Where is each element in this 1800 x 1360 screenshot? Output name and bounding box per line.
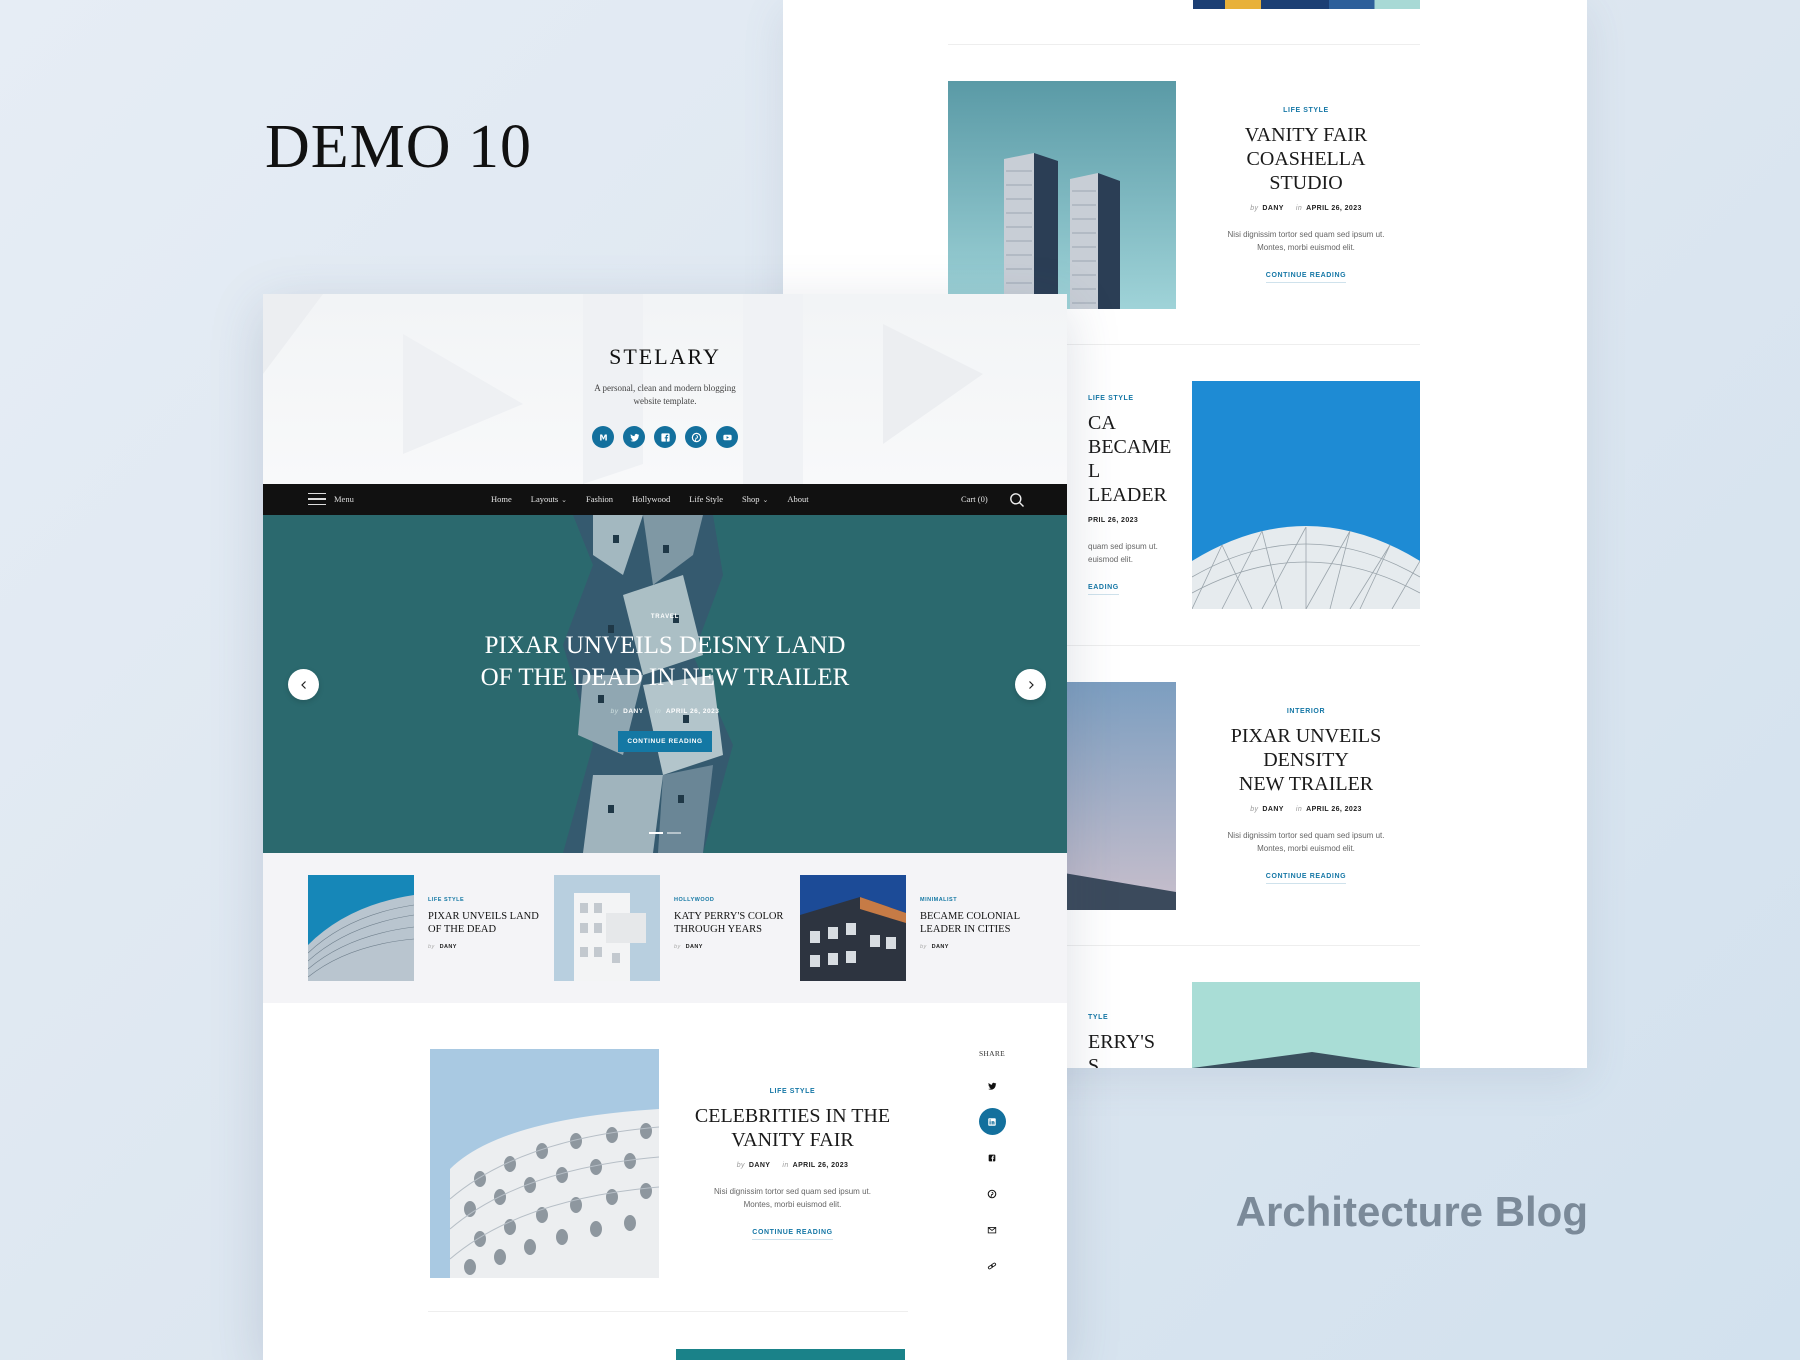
post-meta: PRIL 26, 2023 (1088, 517, 1139, 524)
mini-post-category[interactable]: MINIMALIST (920, 897, 1032, 903)
post-title[interactable]: ERRY'SS COLORS (1088, 1030, 1170, 1068)
slider-next-button[interactable] (1015, 669, 1046, 700)
mini-post-image[interactable] (800, 875, 906, 981)
facebook-icon[interactable] (979, 1144, 1006, 1171)
post-title[interactable]: PIXAR UNVEILS DENSITY NEW TRAILER (1198, 724, 1414, 796)
mini-post-category[interactable]: LIFE STYLE (428, 897, 540, 903)
main-navbar: Menu Home Layouts ⌄ Fashion Hollywood Lif… (263, 484, 1067, 515)
nav-fashion[interactable]: Fashion (586, 494, 613, 504)
post-title[interactable]: CA BECAME L LEADER (1088, 411, 1171, 507)
menu-button[interactable]: Menu (308, 493, 354, 505)
mini-posts-strip: LIFE STYLE PIXAR UNVEILS LAND OF THE DEAD… (263, 853, 1067, 1003)
post-excerpt: quam sed ipsum ut. euismod elit. (1088, 542, 1158, 564)
featured-post-excerpt: Nisi dignissim tortor sed quam sed ipsum… (714, 1186, 871, 1209)
youtube-icon[interactable] (716, 426, 738, 448)
site-tagline: A personal, clean and modern blogging we… (594, 383, 736, 406)
featured-post-image[interactable] (430, 1049, 659, 1278)
link-icon[interactable] (979, 1252, 1006, 1279)
chevron-left-icon (300, 680, 306, 689)
cart-link[interactable]: Cart (0) (961, 494, 988, 504)
hero-category[interactable]: TRAVEL (263, 614, 1067, 620)
post-image-dome[interactable] (1192, 381, 1420, 609)
twitter-icon[interactable] (979, 1072, 1006, 1099)
facebook-icon[interactable] (654, 426, 676, 448)
mini-post-title[interactable]: BECAME COLONIAL LEADER IN CITIES (920, 910, 1032, 936)
post-image-towers[interactable] (948, 81, 1176, 309)
mini-post-image[interactable] (308, 875, 414, 981)
slider-dot[interactable] (649, 832, 663, 834)
featured-post-meta: by DANY in APRIL 26, 2023 (736, 1161, 849, 1169)
post-image-teal[interactable] (1192, 982, 1420, 1068)
slider-pagination (649, 832, 681, 834)
hero-slider: TRAVEL PIXAR UNVEILS DEISNY LAND OF THE … (263, 515, 1067, 853)
post-category[interactable]: TYLE (1088, 1014, 1108, 1021)
post-category[interactable]: INTERIOR (1287, 708, 1325, 715)
nav-shop[interactable]: Shop ⌄ (742, 494, 768, 504)
mini-post-category[interactable]: HOLLYWOOD (674, 897, 786, 903)
chevron-down-icon: ⌄ (762, 496, 769, 504)
post-category[interactable]: LIFE STYLE (1283, 107, 1329, 114)
share-label: SHARE (978, 1049, 1006, 1058)
pinterest-icon[interactable] (979, 1180, 1006, 1207)
menu-label: Menu (334, 494, 354, 504)
featured-post-category[interactable]: LIFE STYLE (770, 1088, 816, 1095)
next-post-image-edge (676, 1349, 905, 1360)
nav-hollywood[interactable]: Hollywood (632, 494, 670, 504)
continue-reading-link[interactable]: CONTINUE READING (1265, 272, 1347, 283)
slider-prev-button[interactable] (288, 669, 319, 700)
featured-post-card[interactable]: LIFE STYLE CELEBRITIES IN THE VANITY FAIR… (430, 1049, 910, 1278)
front-page-preview: STELARY A personal, clean and modern blo… (263, 294, 1067, 1360)
social-links: M (263, 426, 1067, 448)
post-category[interactable]: LIFE STYLE (1088, 395, 1134, 402)
divider (948, 44, 1420, 45)
medium-icon[interactable]: M (592, 426, 614, 448)
back-top-image-strip (1193, 0, 1420, 9)
site-header: STELARY A personal, clean and modern blo… (263, 294, 1067, 484)
demo-label: DEMO 10 (265, 113, 533, 181)
mail-icon[interactable] (979, 1216, 1006, 1243)
showcase-subtitle: Architecture Blog (1235, 1188, 1588, 1235)
post-excerpt: Nisi dignissim tortor sed quam sed ipsum… (1227, 230, 1385, 252)
svg-text:M: M (599, 432, 607, 442)
continue-reading-link[interactable]: CONTINUE READING (1265, 873, 1347, 884)
mini-post-title[interactable]: KATY PERRY'S COLOR THROUGH YEARS (674, 910, 786, 936)
mini-post-meta: by DANY (428, 944, 457, 950)
mini-post-card[interactable]: LIFE STYLE PIXAR UNVEILS LAND OF THE DEAD… (308, 875, 540, 981)
nav-about[interactable]: About (787, 494, 808, 504)
mini-post-card[interactable]: MINIMALIST BECAME COLONIAL LEADER IN CITI… (800, 875, 1030, 981)
share-bar: SHARE (977, 1049, 1007, 1288)
nav-links: Home Layouts ⌄ Fashion Hollywood Life Sty… (491, 494, 809, 504)
slider-dot[interactable] (667, 832, 681, 834)
pinterest-icon[interactable] (685, 426, 707, 448)
mini-post-card[interactable]: HOLLYWOOD KATY PERRY'S COLOR THROUGH YEAR… (554, 875, 784, 981)
continue-reading-link[interactable]: EADING (1088, 584, 1119, 595)
linkedin-icon[interactable] (978, 1108, 1006, 1135)
post-meta: by DANY in APRIL 26, 2023 (1250, 806, 1362, 813)
hero-caption: TRAVEL PIXAR UNVEILS DEISNY LAND OF THE … (263, 614, 1067, 752)
nav-life-style[interactable]: Life Style (689, 494, 723, 504)
mini-post-title[interactable]: PIXAR UNVEILS LAND OF THE DEAD (428, 910, 540, 936)
search-icon[interactable] (1009, 492, 1025, 508)
post-card[interactable]: LIFE STYLE VANITY FAIR COASHELLA STUDIO b… (948, 81, 1420, 309)
site-logo[interactable]: STELARY (263, 344, 1067, 370)
mini-post-meta: by DANY (920, 944, 949, 950)
chevron-down-icon: ⌄ (561, 496, 568, 504)
mini-post-image[interactable] (554, 875, 660, 981)
mini-post-meta: by DANY (674, 944, 703, 950)
hero-meta: by DANY in APRIL 26, 2023 (610, 708, 720, 715)
hero-title[interactable]: PIXAR UNVEILS DEISNY LAND OF THE DEAD IN… (263, 630, 1067, 694)
post-title[interactable]: VANITY FAIR COASHELLA STUDIO (1198, 123, 1414, 195)
chevron-right-icon (1028, 680, 1034, 689)
divider (428, 1311, 908, 1312)
hamburger-icon (308, 493, 326, 505)
featured-continue-reading-link[interactable]: CONTINUE READING (752, 1229, 833, 1240)
hero-continue-reading-button[interactable]: CONTINUE READING (618, 731, 712, 752)
twitter-icon[interactable] (623, 426, 645, 448)
post-excerpt: Nisi dignissim tortor sed quam sed ipsum… (1227, 831, 1385, 853)
nav-layouts[interactable]: Layouts ⌄ (531, 494, 567, 504)
featured-post-title[interactable]: CELEBRITIES IN THE VANITY FAIR (695, 1104, 890, 1152)
post-meta: by DANY in APRIL 26, 2023 (1250, 205, 1362, 212)
nav-home[interactable]: Home (491, 494, 512, 504)
